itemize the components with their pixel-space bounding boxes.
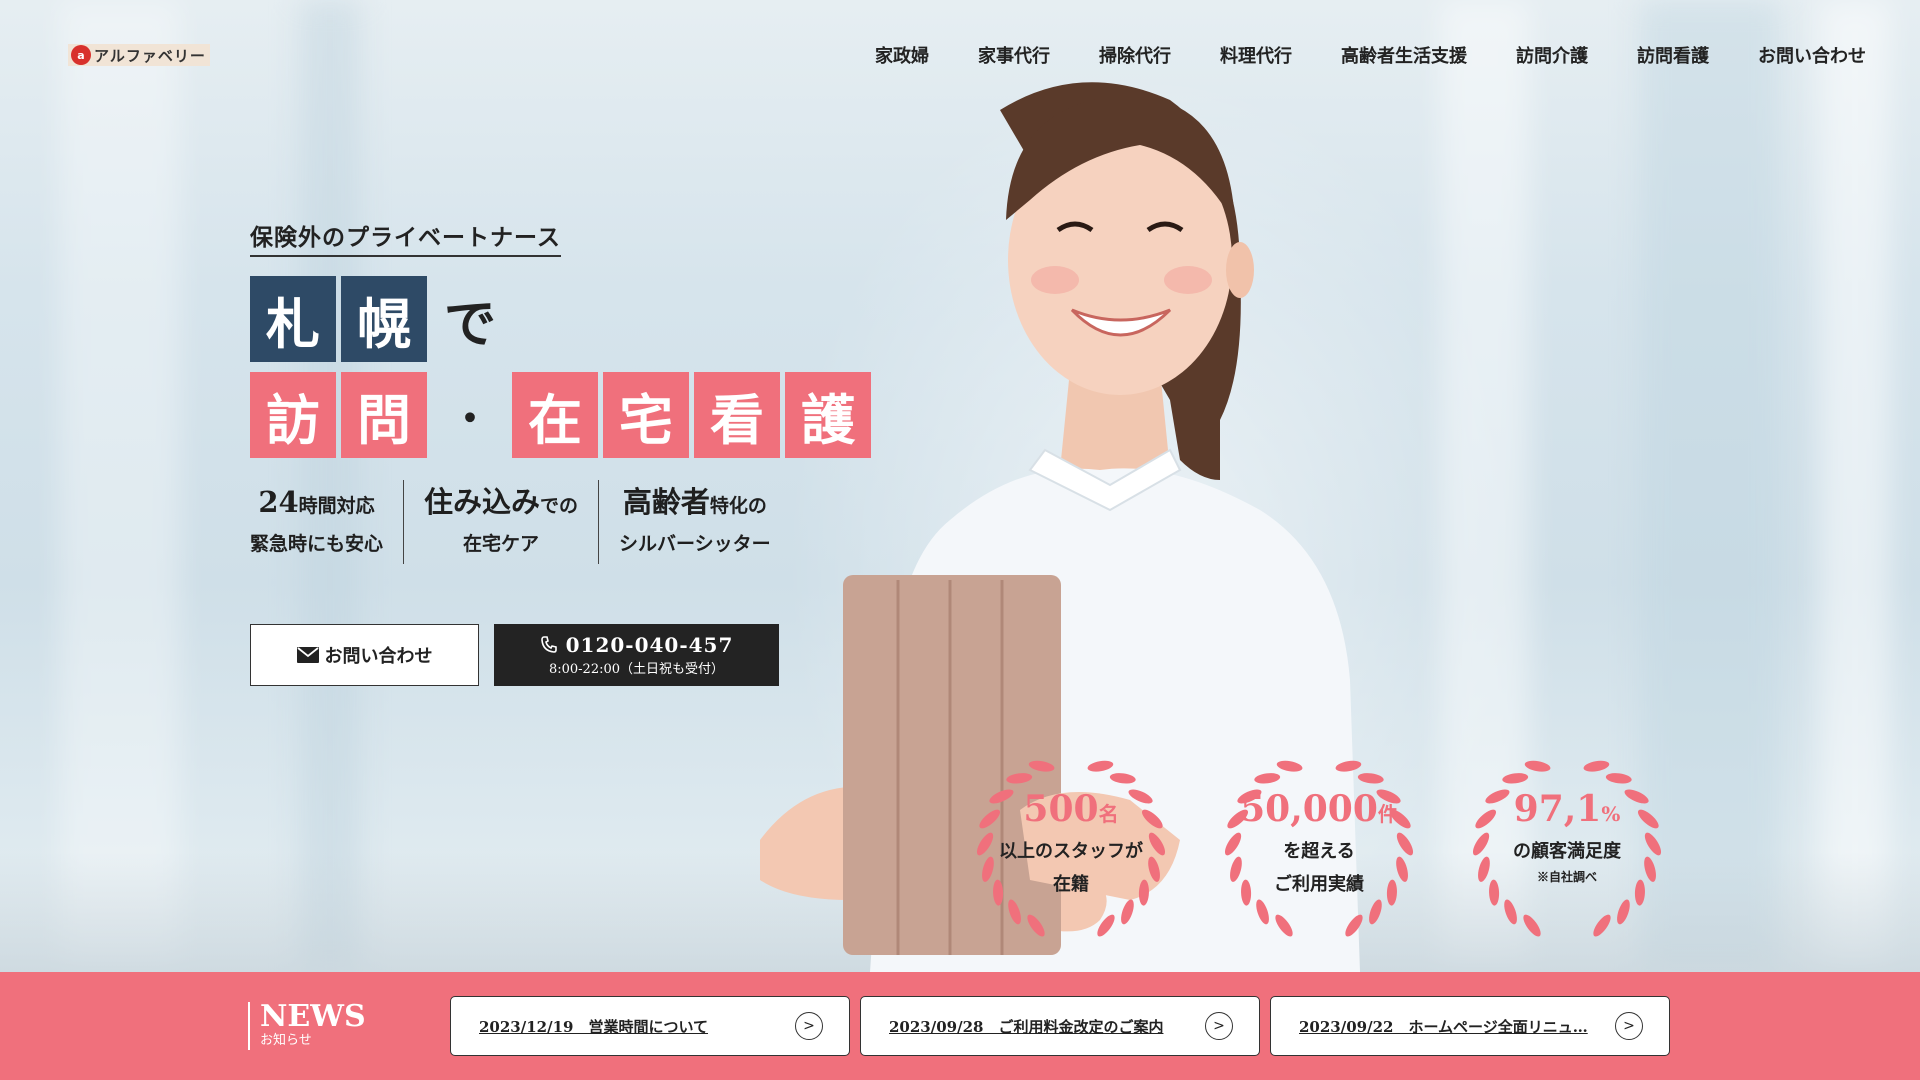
stat-value: 50,000: [1240, 788, 1378, 830]
feature-label-suffix: 特化の: [709, 495, 767, 517]
news-item[interactable]: 2023/09/22 ホームページ全面リニュ… >: [1270, 996, 1670, 1056]
news-title-jp: お知らせ: [260, 1033, 312, 1048]
nav-item-kaseifu[interactable]: 家政婦: [875, 42, 929, 68]
stat-unit: %: [1601, 802, 1621, 826]
feature-label-suffix: での: [540, 495, 579, 517]
contact-button[interactable]: お問い合わせ: [250, 624, 479, 686]
laurel-leaf: [1254, 773, 1281, 784]
feature-number: 24: [258, 485, 299, 519]
stat-usage: 50,000件 を超える ご利用実績: [1204, 752, 1434, 942]
laurel-leaf: [1502, 773, 1529, 784]
stat-line1: の顧客満足度: [1513, 841, 1621, 862]
phone-icon: [540, 636, 557, 653]
laurel-leaf: [1345, 914, 1363, 937]
news-heading: NEWS お知らせ: [248, 1002, 366, 1050]
headline-tile: 護: [785, 372, 871, 458]
news-item-link[interactable]: 2023/09/28 ご利用料金改定のご案内: [889, 1016, 1197, 1037]
headline-tile: 在: [512, 372, 598, 458]
phone-button[interactable]: 0120-040-457 8:00-22:00（土日祝も受付）: [494, 624, 779, 686]
stat-line1: を超える: [1283, 841, 1355, 862]
contact-button-label: お問い合わせ: [324, 646, 433, 667]
news-item[interactable]: 2023/09/28 ご利用料金改定のご案内 >: [860, 996, 1260, 1056]
laurel-leaf: [1275, 914, 1293, 937]
headline-row-2: 訪 問 ・ 在 宅 看 護: [250, 372, 876, 458]
feature-label: 時間対応: [298, 495, 375, 517]
stat-unit: 件: [1377, 802, 1398, 826]
news-item[interactable]: 2023/12/19 営業時間について >: [450, 996, 850, 1056]
arrow-right-icon[interactable]: >: [795, 1012, 823, 1040]
laurel-leaf: [1593, 914, 1611, 937]
site-logo[interactable]: a アルファベリー: [68, 44, 210, 66]
laurel-leaf: [1276, 760, 1303, 772]
stat-note: ※自社調べ: [1536, 870, 1597, 884]
laurel-leaf: [1109, 773, 1136, 784]
headline-tile: 宅: [603, 372, 689, 458]
laurel-leaf: [1027, 914, 1045, 937]
feature-elderly: 高齢者特化の シルバーシッター: [599, 480, 791, 564]
feature-label: 高齢者: [622, 485, 710, 519]
headline-particle: で: [444, 293, 497, 355]
laurel-leaf: [1504, 899, 1517, 925]
logo-text: アルファベリー: [94, 46, 206, 65]
laurel-leaf: [1524, 760, 1551, 772]
laurel-leaf: [1121, 899, 1134, 925]
phone-hours: 8:00-22:00（土日祝も受付）: [548, 662, 725, 677]
feature-sublabel: シルバーシッター: [619, 533, 771, 555]
nav-item-houmon-kaigo[interactable]: 訪問介護: [1516, 42, 1588, 68]
nav-item-souji-daiko[interactable]: 掃除代行: [1099, 42, 1171, 68]
laurel-leaf: [1256, 899, 1269, 925]
nav-item-ryouri-daiko[interactable]: 料理代行: [1220, 42, 1292, 68]
feature-24h: 24時間対応 緊急時にも安心: [250, 480, 403, 564]
laurel-leaf: [1006, 773, 1033, 784]
laurel-leaf: [1087, 760, 1114, 772]
svg-text:a: a: [77, 49, 84, 62]
nav-item-contact[interactable]: お問い合わせ: [1758, 42, 1866, 68]
stat-line2: 在籍: [1053, 874, 1089, 895]
laurel-leaf: [1369, 899, 1382, 925]
stat-line1: 以上のスタッフが: [999, 841, 1143, 862]
main-nav: 家政婦 家事代行 掃除代行 料理代行 高齢者生活支援 訪問介護 訪問看護 お問い…: [826, 42, 1866, 68]
headline-tile: 幌: [341, 276, 427, 362]
laurel-leaf: [1097, 914, 1115, 937]
laurel-leaf: [1008, 899, 1021, 925]
laurel-leaf: [1357, 773, 1384, 784]
headline-tile: 看: [694, 372, 780, 458]
headline-tile: 訪: [250, 372, 336, 458]
phone-number: 0120-040-457: [565, 633, 734, 657]
headline-row-1: 札 幌 で: [250, 276, 508, 362]
stat-unit: 名: [1098, 802, 1119, 826]
nav-item-kaji-daiko[interactable]: 家事代行: [978, 42, 1050, 68]
mail-icon: [296, 647, 319, 663]
stat-line2: ご利用実績: [1274, 874, 1364, 895]
hero-tagline: 保険外のプライベートナース: [250, 218, 561, 257]
news-item-link[interactable]: 2023/12/19 営業時間について: [479, 1016, 787, 1037]
feature-label: 住み込み: [424, 485, 541, 519]
news-item-link[interactable]: 2023/09/22 ホームページ全面リニュ…: [1299, 1016, 1607, 1037]
laurel-leaf: [1523, 914, 1541, 937]
feature-list: 24時間対応 緊急時にも安心 住み込みでの 在宅ケア 高齢者特化の シルバーシッ…: [250, 480, 791, 564]
news-bar: NEWS お知らせ 2023/12/19 営業時間について > 2023/09/…: [0, 972, 1920, 1080]
arrow-right-icon[interactable]: >: [1205, 1012, 1233, 1040]
laurel-leaf: [1583, 760, 1610, 772]
stat-value: 500: [1023, 788, 1099, 830]
feature-live-in: 住み込みでの 在宅ケア: [403, 480, 600, 564]
headline-tile: 札: [250, 276, 336, 362]
feature-sublabel: 緊急時にも安心: [250, 533, 384, 555]
stat-value: 97,1: [1513, 788, 1602, 830]
logo-mark-icon: a: [68, 44, 94, 66]
laurel-leaf: [1617, 899, 1630, 925]
laurel-leaf: [1028, 760, 1055, 772]
headline-tile: 問: [341, 372, 427, 458]
headline-separator: ・: [450, 395, 490, 442]
nav-item-houmon-kango[interactable]: 訪問看護: [1637, 42, 1709, 68]
nav-item-elderly-support[interactable]: 高齢者生活支援: [1341, 42, 1467, 68]
feature-sublabel: 在宅ケア: [463, 533, 540, 555]
laurel-leaf: [1335, 760, 1362, 772]
arrow-right-icon[interactable]: >: [1615, 1012, 1643, 1040]
news-title-en: NEWS: [260, 999, 366, 1034]
stat-staff: 500名 以上のスタッフが 在籍: [956, 752, 1186, 942]
laurel-leaf: [1605, 773, 1632, 784]
stat-satisfaction: 97,1% の顧客満足度 ※自社調べ: [1452, 752, 1682, 942]
